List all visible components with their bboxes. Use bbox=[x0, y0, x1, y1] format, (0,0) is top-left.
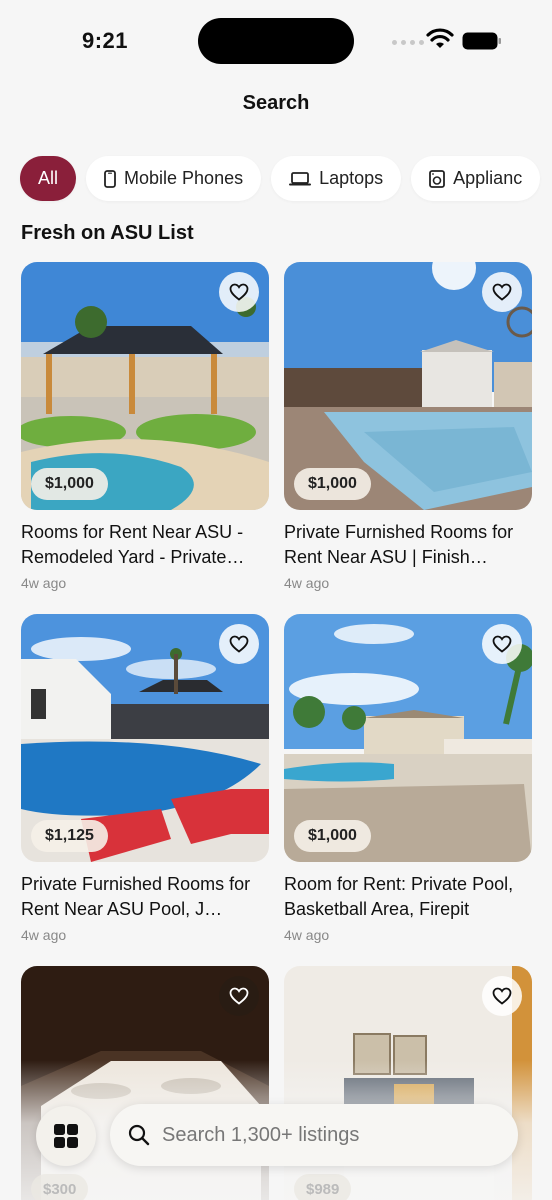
listing-card[interactable]: $1,125 Private Furnished Rooms for Rent … bbox=[21, 614, 269, 943]
chip-laptops[interactable]: Laptops bbox=[271, 156, 402, 201]
wifi-icon bbox=[426, 28, 454, 48]
battery-icon bbox=[462, 32, 501, 50]
page-title: Search bbox=[242, 92, 310, 114]
chip-label: Mobile Phones bbox=[124, 168, 244, 188]
price-badge: $989 bbox=[294, 1174, 352, 1200]
listing-title: Private Furnished Rooms for Rent Near AS… bbox=[21, 874, 251, 919]
status-time: 9:21 bbox=[82, 28, 129, 53]
listing-photo: $1,000 bbox=[284, 262, 532, 510]
listing-photo: $1,125 bbox=[21, 614, 269, 862]
phone-icon bbox=[104, 169, 116, 188]
search-icon bbox=[128, 1124, 150, 1146]
favorite-button[interactable] bbox=[482, 624, 522, 664]
search-input[interactable]: Search 1,300+ listings bbox=[110, 1104, 518, 1166]
laptop-icon bbox=[289, 171, 312, 187]
listing-age: 4w ago bbox=[284, 927, 330, 943]
heart-icon bbox=[492, 635, 512, 653]
cellular-signal-icon bbox=[392, 40, 424, 45]
price-badge: $1,000 bbox=[294, 820, 371, 852]
chip-mobile-phones[interactable]: Mobile Phones bbox=[86, 156, 262, 201]
chip-label: Laptops bbox=[319, 168, 384, 188]
heart-icon bbox=[229, 283, 249, 301]
chip-label: All bbox=[38, 168, 59, 188]
favorite-button[interactable] bbox=[219, 624, 259, 664]
menu-grid-button[interactable] bbox=[36, 1106, 96, 1166]
price-badge: $300 bbox=[31, 1174, 89, 1200]
listing-title: Private Furnished Rooms for Rent Near AS… bbox=[284, 522, 514, 567]
dynamic-island bbox=[198, 18, 354, 64]
status-bar: 9:21 bbox=[0, 0, 552, 84]
heart-icon bbox=[229, 635, 249, 653]
favorite-button[interactable] bbox=[482, 272, 522, 312]
price-badge: $1,000 bbox=[294, 468, 371, 500]
listing-photo: $1,000 bbox=[21, 262, 269, 510]
search-placeholder: Search 1,300+ listings bbox=[162, 1123, 360, 1146]
chip-label: Applianc bbox=[453, 168, 523, 188]
heart-icon bbox=[492, 987, 512, 1005]
favorite-button[interactable] bbox=[219, 272, 259, 312]
appliance-icon bbox=[429, 169, 446, 188]
listing-age: 4w ago bbox=[284, 575, 330, 591]
heart-icon bbox=[229, 987, 249, 1005]
listing-card[interactable]: $1,000 Room for Rent: Private Pool, Bask… bbox=[284, 614, 532, 943]
chip-all[interactable]: All bbox=[20, 156, 77, 201]
category-chips: All Mobile Phones Laptops Applianc bbox=[20, 156, 541, 201]
listing-card[interactable]: $1,000 Private Furnished Rooms for Rent … bbox=[284, 262, 532, 591]
listing-title: Room for Rent: Private Pool, Basketball … bbox=[284, 874, 514, 919]
listing-title: Rooms for Rent Near ASU - Remodeled Yard… bbox=[21, 522, 245, 567]
section-title: Fresh on ASU List bbox=[21, 222, 194, 244]
price-badge: $1,125 bbox=[31, 820, 108, 852]
listing-age: 4w ago bbox=[21, 575, 67, 591]
grid-icon bbox=[54, 1124, 78, 1148]
price-badge: $1,000 bbox=[31, 468, 108, 500]
favorite-button[interactable] bbox=[482, 976, 522, 1016]
listing-photo: $1,000 bbox=[284, 614, 532, 862]
chip-appliances[interactable]: Applianc bbox=[411, 156, 541, 201]
listing-card[interactable]: $1,000 Rooms for Rent Near ASU - Remodel… bbox=[21, 262, 269, 591]
heart-icon bbox=[492, 283, 512, 301]
listing-age: 4w ago bbox=[21, 927, 67, 943]
favorite-button[interactable] bbox=[219, 976, 259, 1016]
